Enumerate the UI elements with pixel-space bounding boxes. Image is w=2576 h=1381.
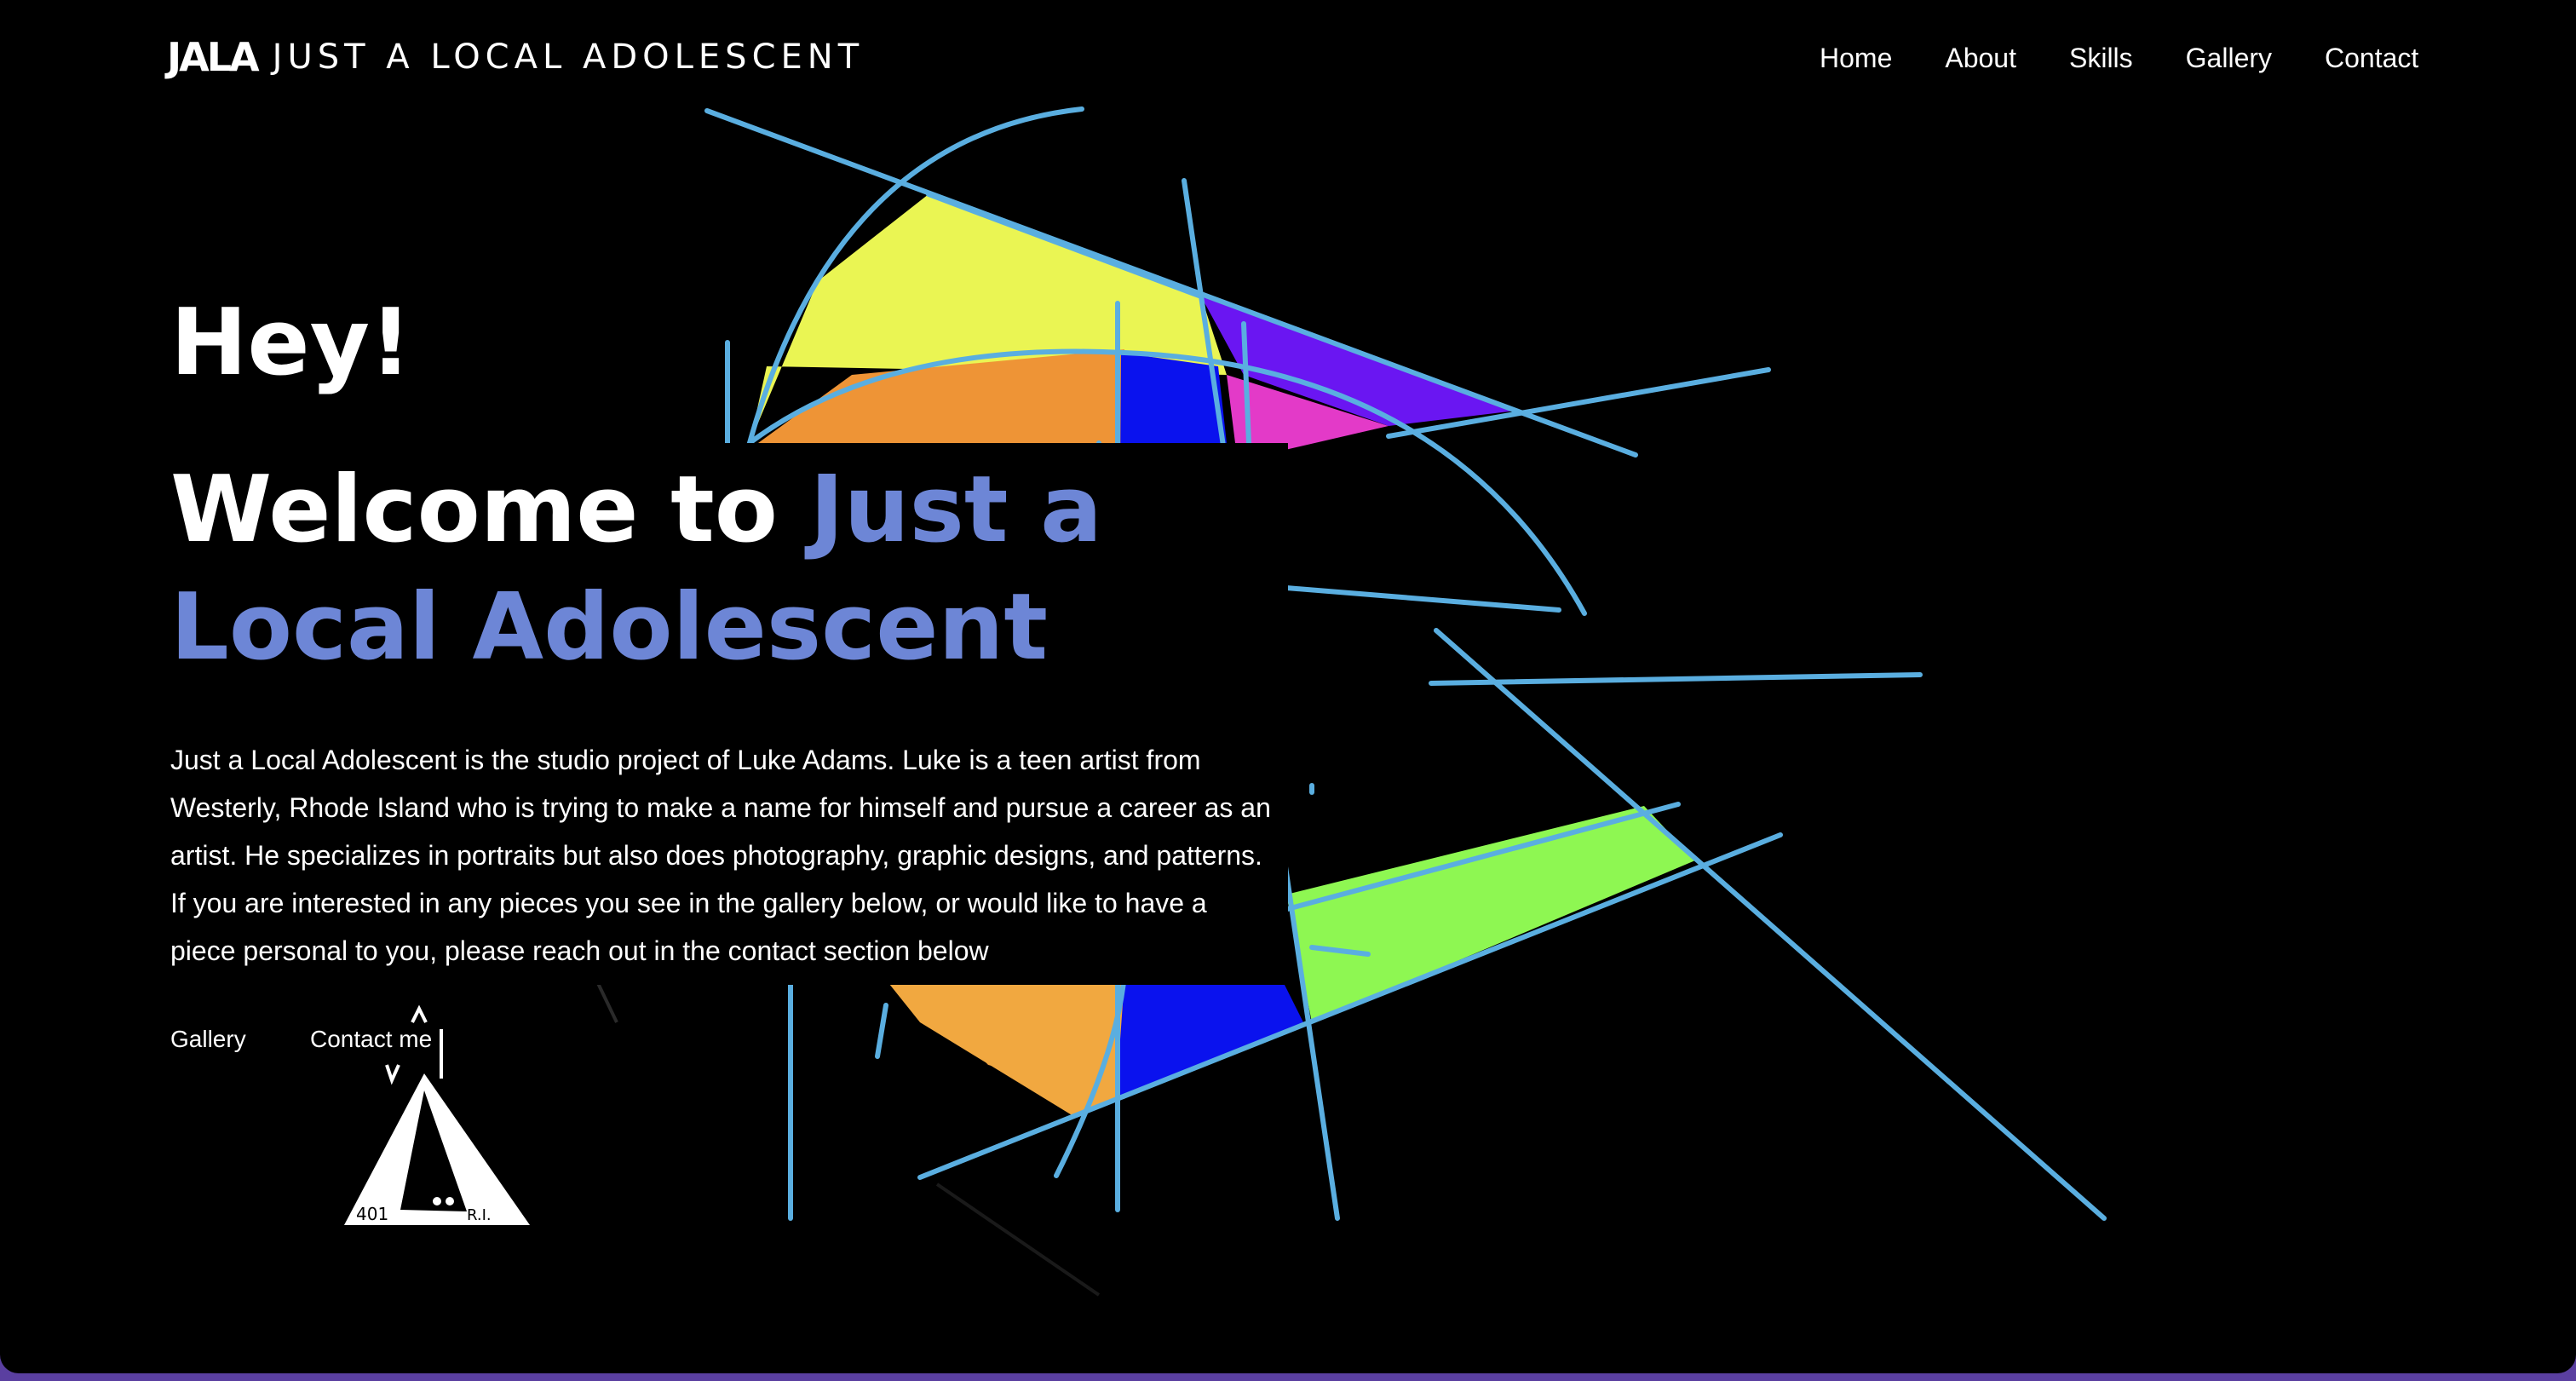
nav-about[interactable]: About [1945, 43, 2016, 74]
nav-gallery[interactable]: Gallery [2186, 43, 2272, 74]
hero-intro-text: Just a Local Adolescent is the studio pr… [170, 745, 1271, 966]
hero-greeting: Hey! [170, 290, 412, 396]
hero-welcome-heading: Welcome to Just a Local Adolescent [170, 452, 1278, 687]
brand-logo-mark: JALA [167, 34, 260, 80]
gallery-button[interactable]: Gallery [170, 1026, 246, 1053]
art-green-shape [1286, 806, 1695, 1022]
site-brand[interactable]: JALA JUST A LOCAL ADOLESCENT [167, 34, 864, 80]
badge-right-text: R.I. [467, 1206, 492, 1224]
page-frame: JALA JUST A LOCAL ADOLESCENT Home About … [0, 0, 2576, 1373]
brand-title: JUST A LOCAL ADOLESCENT [272, 37, 865, 77]
welcome-prefix: Welcome to [170, 457, 810, 563]
nav-contact[interactable]: Contact [2325, 43, 2418, 74]
badge-left-text: 401 [356, 1204, 388, 1224]
art-faint-line [935, 1182, 1101, 1297]
nav-home[interactable]: Home [1820, 43, 1892, 74]
main-nav: Home About Skills Gallery Contact [1820, 43, 2418, 74]
art-faint-line-2 [595, 979, 618, 1023]
nav-skills[interactable]: Skills [2069, 43, 2133, 74]
triangle-logo-badge: 401 R.I. [344, 1004, 530, 1225]
